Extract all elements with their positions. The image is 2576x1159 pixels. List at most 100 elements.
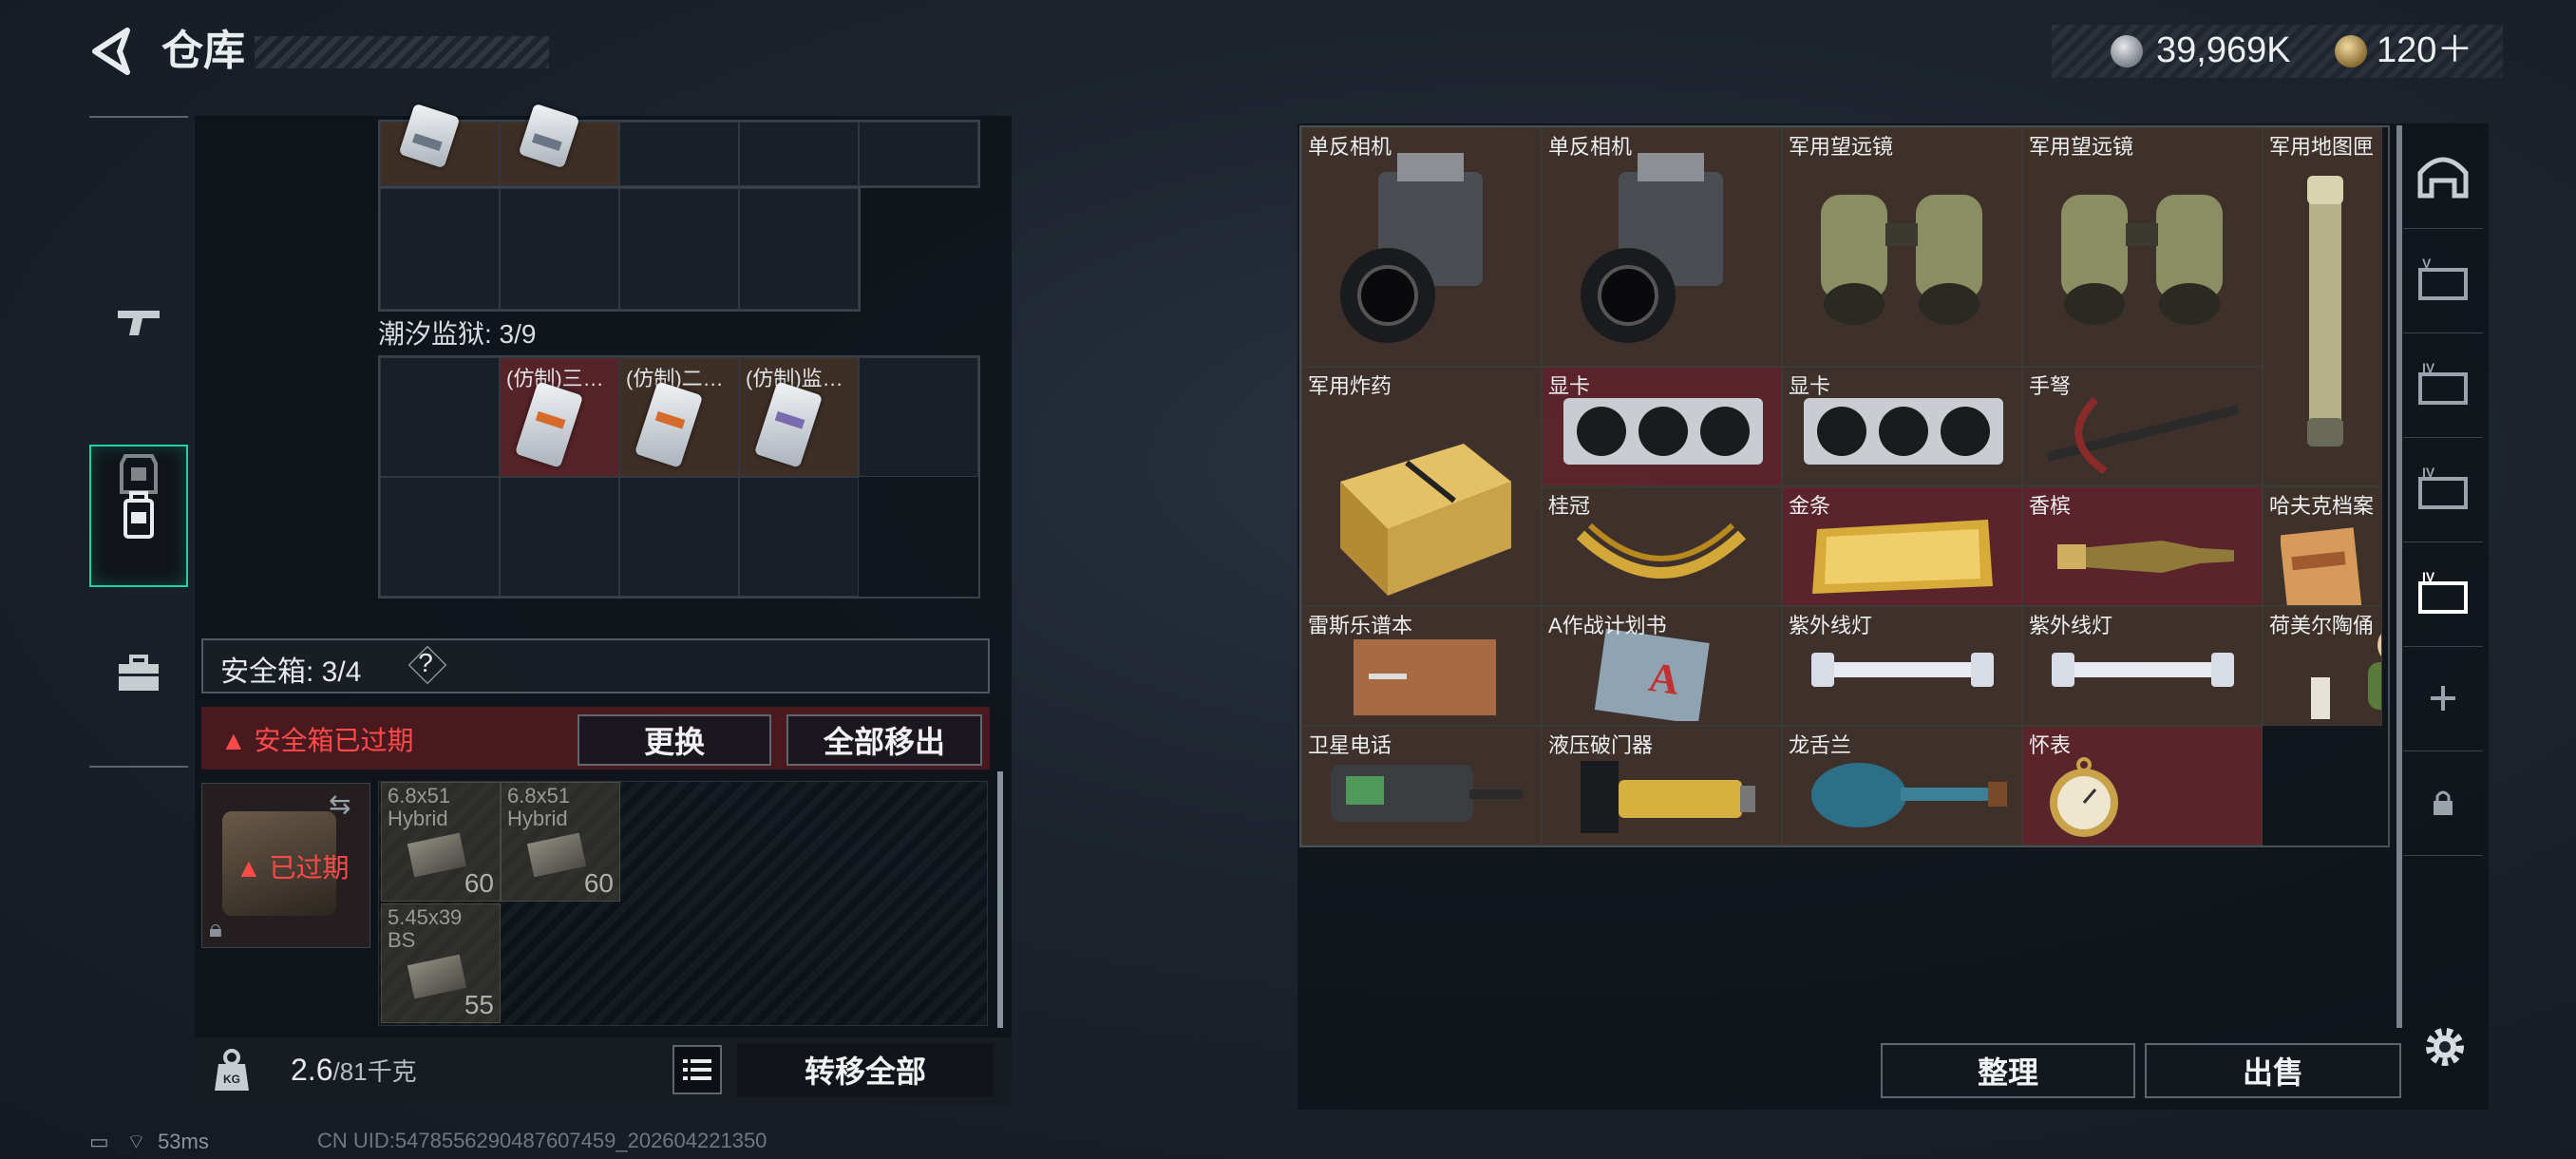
grid-cell[interactable]: [380, 188, 500, 310]
case-tab-selected[interactable]: IV: [2403, 542, 2483, 647]
side-tabs: [89, 116, 188, 768]
weight-value: 2.6: [291, 1053, 333, 1087]
grid-cell[interactable]: [500, 188, 619, 310]
gear-icon: [2426, 1028, 2464, 1066]
grid-cell[interactable]: [500, 103, 619, 186]
stash-item[interactable]: 哈夫克档案: [2263, 486, 2382, 606]
grid-cell[interactable]: [859, 122, 978, 186]
map-tube-icon: [2307, 176, 2343, 446]
add-stash-tab[interactable]: [2403, 646, 2483, 751]
camera-icon: [1340, 153, 1483, 343]
inventory-scrollbar[interactable]: [997, 771, 1003, 1028]
stash-item[interactable]: 军用炸药: [1301, 367, 1542, 606]
graphics-card-icon: [1804, 398, 2003, 465]
stash-item[interactable]: 龙舌兰: [1782, 726, 2022, 846]
stash-item[interactable]: 金条: [1782, 486, 2022, 606]
stash-item[interactable]: 显卡: [1782, 367, 2022, 486]
grid-cell[interactable]: [859, 357, 978, 477]
grid-cell[interactable]: [739, 122, 859, 186]
case-tab[interactable]: IV: [2403, 437, 2483, 542]
explosive-crate-icon: [1340, 444, 1511, 596]
pocket-watch-icon: [2050, 757, 2118, 837]
music-book-icon: [1354, 639, 1496, 715]
backpack-tab[interactable]: [89, 445, 188, 587]
expired-tag: ▲ 已过期: [236, 853, 350, 883]
battery-icon: ▭: [89, 1130, 109, 1153]
stash-item[interactable]: A作战计划书 A: [1542, 606, 1782, 726]
grid-cell[interactable]: [619, 122, 739, 186]
grid-cell[interactable]: [619, 477, 739, 597]
camera-icon: [1581, 153, 1723, 343]
stash-item[interactable]: 液压破门器: [1542, 726, 1782, 846]
stash-item[interactable]: 香槟: [2022, 486, 2263, 606]
sell-button[interactable]: 出售: [2145, 1043, 2401, 1098]
stash-item[interactable]: 紫外线灯: [1782, 606, 2022, 726]
case-tab[interactable]: IV: [2403, 332, 2483, 438]
stash-item[interactable]: 手弩: [2022, 367, 2263, 486]
stash-item[interactable]: 荷美尔陶俑: [2263, 606, 2382, 726]
weight-readout: 2.6/81千克: [291, 1053, 417, 1088]
grid-cell[interactable]: [380, 477, 500, 597]
grid-cell[interactable]: [380, 357, 500, 477]
svg-text:KG: KG: [223, 1073, 240, 1086]
grid-cell[interactable]: [739, 477, 859, 597]
case-tab[interactable]: V: [2403, 228, 2483, 333]
stash-item[interactable]: 桂冠: [1542, 486, 1782, 606]
champagne-icon: [2057, 541, 2234, 573]
move-all-out-button[interactable]: 全部移出: [786, 714, 982, 766]
satellite-phone-icon: [1331, 765, 1523, 822]
binoculars-icon: [1821, 195, 1982, 325]
prison-item[interactable]: (仿制)三…: [500, 357, 619, 477]
locked-tab[interactable]: [2403, 750, 2483, 856]
svg-text:IV: IV: [2422, 570, 2435, 584]
replace-button[interactable]: 更换: [578, 714, 771, 766]
grid-cell[interactable]: [739, 188, 859, 310]
stash-item[interactable]: 军用地图匣: [2263, 127, 2382, 486]
grid-cell[interactable]: [500, 477, 619, 597]
stash-item[interactable]: 紫外线灯: [2022, 606, 2263, 726]
stash-item[interactable]: 单反相机: [1301, 127, 1542, 367]
ammo-item[interactable]: 6.8x51 Hybrid 60: [381, 782, 501, 902]
case-iv-icon: IV: [2418, 466, 2468, 509]
settings-button[interactable]: [2420, 1022, 2470, 1072]
stash-item[interactable]: 军用望远镜: [2022, 127, 2263, 367]
backpack-icon: [123, 491, 154, 539]
back-button[interactable]: [87, 25, 141, 78]
ticket-amount[interactable]: 120＋: [2377, 28, 2472, 72]
stash-scrollbar[interactable]: [2396, 125, 2402, 1028]
graphics-card-icon: [1563, 398, 1763, 465]
grid-cell[interactable]: [380, 103, 500, 186]
safehouse-icon: [2417, 157, 2469, 199]
weight-capacity: /81千克: [332, 1057, 417, 1086]
sort-button[interactable]: 整理: [1881, 1043, 2135, 1098]
safebox-grid: 6.8x51 Hybrid 60 6.8x51 Hybrid 60 5.45x3…: [378, 781, 988, 1026]
svg-text:IV: IV: [2422, 466, 2435, 480]
prison-item[interactable]: (仿制)二…: [619, 357, 739, 477]
backpack-grid: [378, 103, 980, 188]
safehouse-tab[interactable]: [2403, 124, 2483, 229]
ammo-box-icon: [526, 832, 587, 878]
tequila-bottle-icon: [1811, 763, 2007, 827]
ammo-item[interactable]: 5.45x39 BS 55: [381, 903, 501, 1023]
stash-item[interactable]: 单反相机: [1542, 127, 1782, 367]
laurel-crown-icon: [1576, 522, 1747, 579]
money-amount[interactable]: 39,969K: [2156, 28, 2291, 72]
transfer-all-button[interactable]: 转移全部: [737, 1043, 994, 1096]
keycard-icon: [753, 381, 824, 468]
list-view-button[interactable]: [672, 1045, 722, 1094]
weapons-tab[interactable]: [89, 251, 188, 393]
stash-item[interactable]: 显卡: [1542, 367, 1782, 486]
case-tab[interactable]: [89, 602, 188, 745]
stash-item[interactable]: 雷斯乐谱本: [1301, 606, 1542, 726]
file-icon: [2281, 527, 2366, 605]
grid-cell[interactable]: [619, 188, 739, 310]
ammo-item[interactable]: 6.8x51 Hybrid 60: [501, 782, 620, 902]
stash-item[interactable]: 军用望远镜: [1782, 127, 2022, 367]
keycard-icon: [634, 381, 704, 468]
uv-lamp-icon: [1811, 653, 1994, 687]
stash-item[interactable]: 怀表: [2022, 726, 2263, 846]
swap-icon[interactable]: ⇆: [329, 788, 350, 820]
ammo-box-icon: [407, 832, 467, 878]
stash-item[interactable]: 卫星电话: [1301, 726, 1542, 846]
prison-item[interactable]: (仿制)监…: [739, 357, 859, 477]
